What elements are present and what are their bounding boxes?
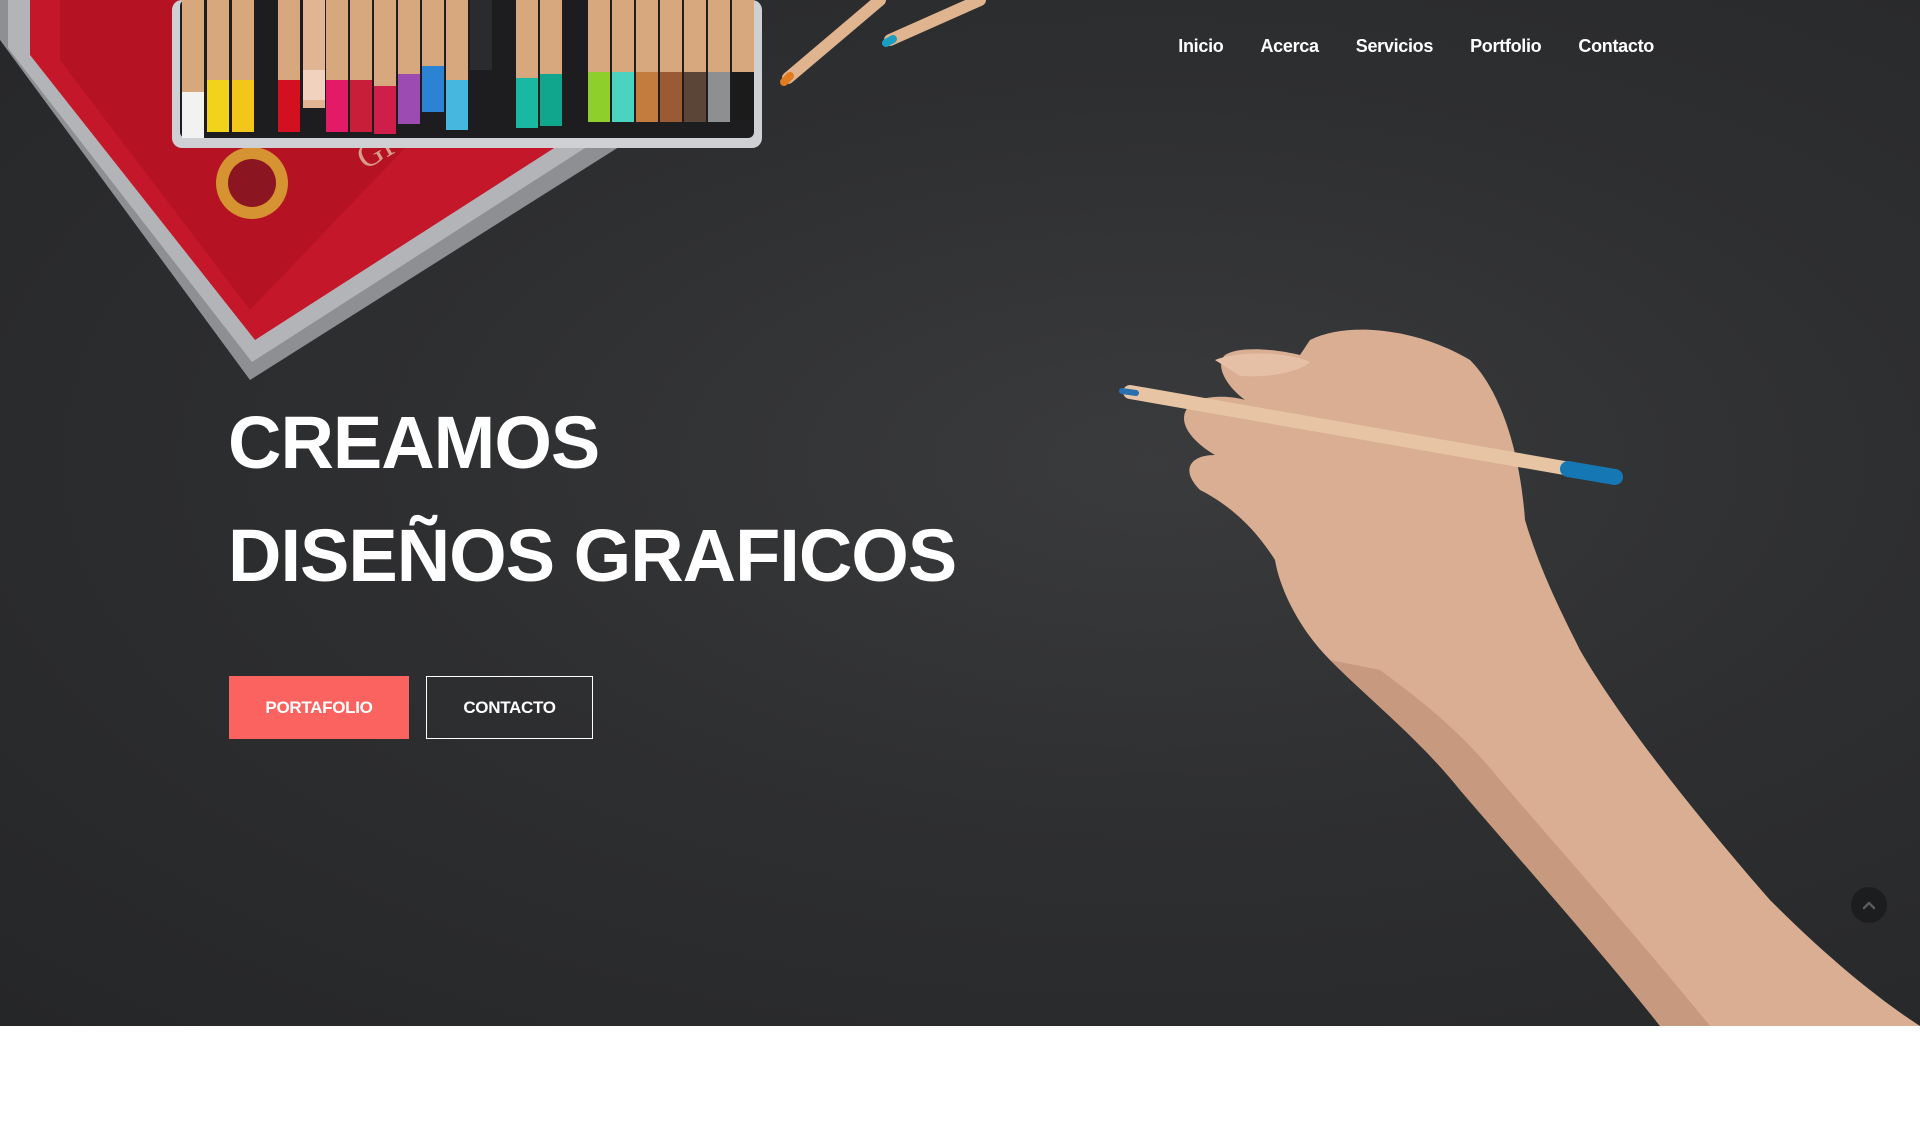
nav-item-inicio[interactable]: Inicio xyxy=(1178,36,1224,57)
page: GIO xyxy=(0,0,1920,1148)
nav-item-contacto[interactable]: Contacto xyxy=(1578,36,1654,57)
nav-item-acerca[interactable]: Acerca xyxy=(1260,36,1319,57)
scroll-to-top-button[interactable] xyxy=(1851,887,1887,923)
nav-item-servicios[interactable]: Servicios xyxy=(1356,36,1434,57)
hero-headline-line2: DISEÑOS GRAFICOS xyxy=(228,514,957,597)
portafolio-button[interactable]: PORTAFOLIO xyxy=(229,676,409,739)
hand-with-pencil xyxy=(1119,329,1920,1026)
loose-pencils xyxy=(780,0,986,86)
hero-section: GIO xyxy=(0,0,1920,1026)
nav-item-portfolio[interactable]: Portfolio xyxy=(1470,36,1542,57)
main-nav: Inicio Acerca Servicios Portfolio Contac… xyxy=(1178,36,1654,57)
hero-headline-line1: CREAMOS xyxy=(228,401,600,484)
contacto-button[interactable]: CONTACTO xyxy=(426,676,593,739)
content-section xyxy=(0,1026,1920,1148)
hero-headline: CREAMOS DISEÑOS GRAFICOS xyxy=(228,386,957,612)
chevron-up-icon xyxy=(1862,901,1876,910)
hero-cta-group: PORTAFOLIO CONTACTO xyxy=(229,676,593,739)
